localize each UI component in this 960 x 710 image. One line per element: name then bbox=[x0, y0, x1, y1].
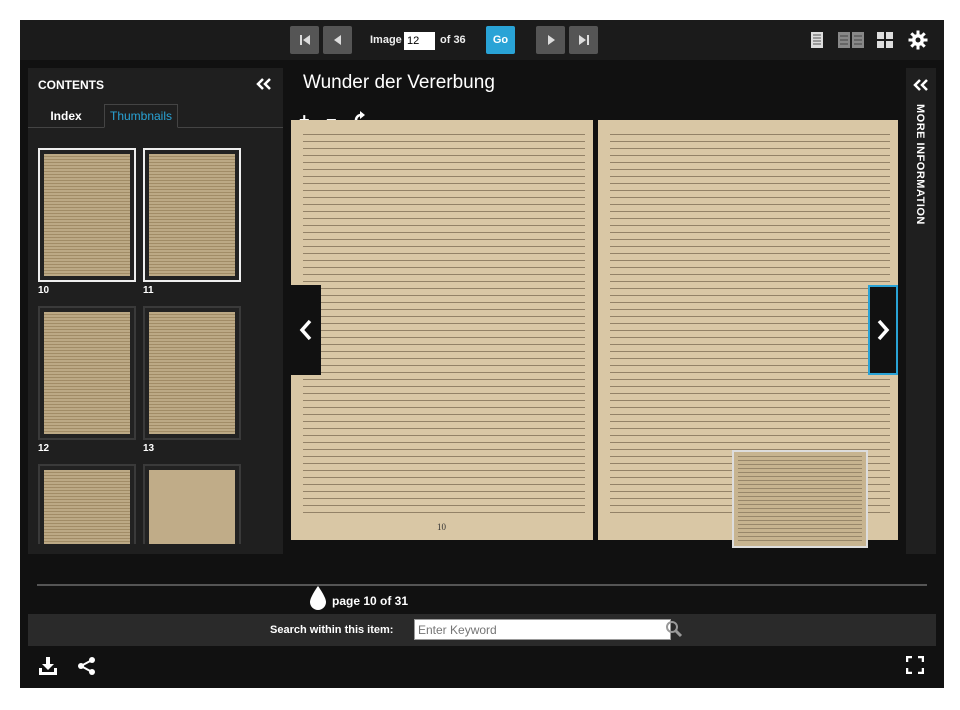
single-page-view-icon[interactable] bbox=[810, 31, 824, 49]
minimap-image bbox=[738, 456, 862, 542]
skip-first-icon bbox=[299, 35, 310, 45]
more-information-panel[interactable]: MORE INFORMATION bbox=[906, 68, 936, 554]
gear-icon[interactable] bbox=[908, 30, 928, 50]
contents-title: CONTENTS bbox=[38, 78, 104, 92]
share-icon[interactable] bbox=[77, 656, 97, 676]
next-icon bbox=[547, 35, 555, 45]
search-icon[interactable] bbox=[665, 620, 683, 638]
two-page-view-icon[interactable] bbox=[837, 31, 865, 49]
more-information-label: MORE INFORMATION bbox=[914, 104, 926, 225]
contents-panel: CONTENTS Index Thumbnails 10 11 12 13 bbox=[28, 68, 283, 554]
thumbnail-page-15[interactable] bbox=[143, 464, 241, 544]
tab-thumbnails[interactable]: Thumbnails bbox=[104, 104, 178, 128]
page-number: 10 bbox=[437, 522, 446, 532]
thumbnail-image bbox=[44, 312, 130, 434]
thumbnail-page-10[interactable] bbox=[38, 148, 136, 282]
download-icon[interactable] bbox=[38, 656, 58, 676]
thumbnail-page-11[interactable] bbox=[143, 148, 241, 282]
thumbnail-image bbox=[149, 154, 235, 276]
thumbnail-page-14[interactable] bbox=[38, 464, 136, 544]
image-total-label: of 36 bbox=[440, 34, 466, 46]
skip-last-icon bbox=[578, 35, 589, 45]
prev-icon bbox=[333, 35, 341, 45]
thumbnail-label: 12 bbox=[38, 443, 50, 454]
expand-panel-icon[interactable] bbox=[912, 78, 930, 92]
thumbnail-image bbox=[44, 470, 130, 544]
page-slider-handle-icon[interactable] bbox=[308, 585, 328, 611]
image-number-input[interactable] bbox=[404, 32, 435, 50]
item-title: Wunder der Vererbung bbox=[303, 72, 495, 93]
page-slider-track[interactable] bbox=[37, 584, 927, 586]
book-viewer: Image of 36 Go CONTENTS bbox=[20, 20, 944, 688]
first-page-button[interactable] bbox=[290, 26, 319, 54]
fullscreen-icon[interactable] bbox=[906, 656, 924, 674]
contents-tabs: Index Thumbnails bbox=[28, 104, 283, 128]
search-bar: Search within this item: bbox=[28, 614, 936, 646]
navigator-minimap[interactable] bbox=[732, 450, 868, 548]
left-page-image: 10 bbox=[291, 120, 593, 540]
chevron-left-icon bbox=[299, 319, 312, 341]
thumbnail-list: 10 11 12 13 bbox=[36, 148, 246, 544]
thumbnail-label: 13 bbox=[143, 443, 155, 454]
search-label: Search within this item: bbox=[270, 624, 394, 636]
thumbnail-page-13[interactable] bbox=[143, 306, 241, 440]
thumbnail-page-12[interactable] bbox=[38, 306, 136, 440]
tab-index[interactable]: Index bbox=[36, 104, 96, 128]
thumbnail-image bbox=[149, 470, 235, 544]
previous-page-arrow[interactable] bbox=[291, 285, 321, 375]
go-button[interactable]: Go bbox=[486, 26, 515, 54]
page-indicator: page 10 of 31 bbox=[332, 594, 409, 608]
top-toolbar: Image of 36 Go bbox=[20, 20, 944, 60]
thumbnail-label: 11 bbox=[143, 285, 154, 296]
last-page-button[interactable] bbox=[569, 26, 598, 54]
previous-page-button[interactable] bbox=[323, 26, 352, 54]
grid-view-icon[interactable] bbox=[876, 31, 894, 49]
page-text-scan bbox=[303, 134, 585, 518]
chevron-right-icon bbox=[877, 319, 890, 341]
image-label: Image bbox=[370, 34, 402, 46]
next-page-arrow[interactable] bbox=[868, 285, 898, 375]
collapse-panel-icon[interactable] bbox=[256, 77, 272, 91]
next-page-button[interactable] bbox=[536, 26, 565, 54]
thumbnail-image bbox=[149, 312, 235, 434]
thumbnail-label: 10 bbox=[38, 285, 50, 296]
thumbnail-image bbox=[44, 154, 130, 276]
search-input[interactable] bbox=[414, 619, 671, 640]
